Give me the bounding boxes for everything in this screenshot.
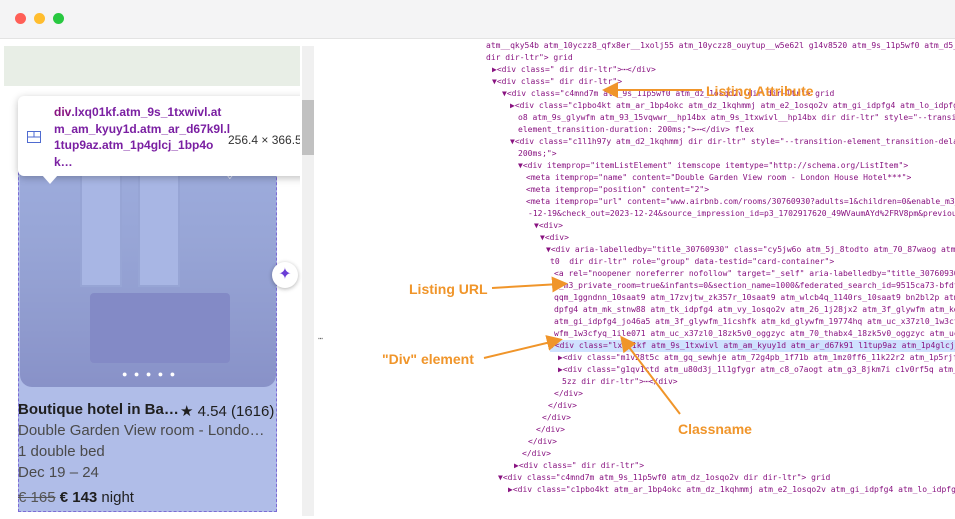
dom-line[interactable]: <meta itemprop="position" content="2"> xyxy=(526,184,709,196)
dom-line[interactable]: <meta itemprop="url" content="www.airbnb… xyxy=(526,196,955,208)
dom-line[interactable]: ▶<div class="m1v28t5c atm_gq_sewhje atm_… xyxy=(558,352,955,364)
page-scroll-thumb[interactable] xyxy=(302,100,314,155)
dom-line[interactable]: dir dir-ltr"> grid xyxy=(486,52,573,64)
dom-line[interactable]: ▼<div class="c4mnd7m atm_9s_11p5wf0 atm_… xyxy=(498,472,830,484)
window-titlebar xyxy=(0,0,955,39)
annotation-classname: Classname xyxy=(678,421,752,437)
tooltip-classname: div.lxq01kf.atm_9s_1txwivl.atm_am_kyuy1d… xyxy=(54,104,232,170)
minimize-window-button[interactable] xyxy=(34,13,45,24)
inspect-tooltip: div.lxq01kf.atm_9s_1txwivl.atm_am_kyuy1d… xyxy=(18,96,300,184)
gutter-marker: ⋯ xyxy=(318,334,323,343)
dom-line[interactable]: ▼<div itemprop="itemListElement" itemsco… xyxy=(518,160,908,172)
annotation-listing-attribute: Listing Attribute xyxy=(706,83,814,99)
listing-page-pane: ♡ ● ● ● ● ● Boutique hotel in Ba… ★ 4.54… xyxy=(4,46,300,516)
dom-line[interactable]: ▶<div class="c1pbo4kt atm_ar_1bp4okc atm… xyxy=(510,100,955,112)
tooltip-tag: div xyxy=(54,105,72,119)
listing-price: € 165 € 143 night xyxy=(18,489,134,506)
dom-line[interactable]: t0 dir dir-ltr" role="group" data-testid… xyxy=(550,256,834,268)
dom-line[interactable]: 200ms;"> xyxy=(518,148,557,160)
dom-line[interactable]: ▼<div> xyxy=(534,220,563,232)
dom-line[interactable]: </div> xyxy=(522,448,551,460)
dom-line[interactable]: o8 atm_9s_glywfm atm_93_15vqwwr__hp14bx … xyxy=(518,112,955,124)
tooltip-arrow xyxy=(42,175,58,184)
dom-line[interactable]: qqm_1ggndnn_10saat9 atm_17zvjtw_zk357r_1… xyxy=(554,292,955,304)
dom-line[interactable]: wfm_1w3cfyq_1ile071 atm_uc_x37zl0_18zk5v… xyxy=(554,328,955,340)
listing-rating: ★ 4.54 (1616) xyxy=(180,403,275,420)
maximize-window-button[interactable] xyxy=(53,13,64,24)
sparkle-icon[interactable]: ✦ xyxy=(272,262,298,288)
dom-line[interactable]: </div> xyxy=(536,424,565,436)
dom-line[interactable]: <a rel="noopener noreferrer nofollow" ta… xyxy=(554,268,955,280)
annotation-div-element: "Div" element xyxy=(382,351,474,367)
dom-line[interactable]: e_m3_private_room=true&infants=0&section… xyxy=(554,280,955,292)
dom-line[interactable]: ▼<div class="c1l1h97y atm_d2_1kqhmmj dir… xyxy=(510,136,955,148)
listing-beds: 1 double bed xyxy=(18,443,105,460)
listing-dates: Dec 19 – 24 xyxy=(18,464,99,481)
tooltip-size: 256.4 × 366.58 xyxy=(228,133,300,147)
close-window-button[interactable] xyxy=(15,13,26,24)
devtools-elements-panel: ⋯ atm__qky54b atm_10yczz8_qfx8er__1xolj5… xyxy=(318,40,955,519)
tooltip-class-text: .lxq01kf.atm_9s_1txwivl.atm_am_kyuy1d.at… xyxy=(54,105,231,169)
dom-line[interactable]: atm_gi_idpfg4_jo46a5 atm_3f_glywfm_1icsh… xyxy=(554,316,955,328)
annotation-listing-url: Listing URL xyxy=(409,281,488,297)
dom-line[interactable]: ▼<div aria-labelledby="title_30760930" c… xyxy=(546,244,955,256)
map-strip xyxy=(4,46,300,86)
dom-line[interactable]: ▶<div class="c1pbo4kt atm_ar_1bp4okc atm… xyxy=(508,484,955,496)
dom-line[interactable]: ▶<div class=" dir dir-ltr"> xyxy=(514,460,644,472)
listing-room-name: Double Garden View room - Londo… xyxy=(18,422,265,439)
dom-line[interactable]: </div> xyxy=(542,412,571,424)
dom-line[interactable]: element_transition-duration: 200ms;">⋯</… xyxy=(518,124,754,136)
price-suffix: night xyxy=(97,489,134,506)
new-price: € 143 xyxy=(59,489,98,506)
dom-line[interactable]: 5zz dir dir-ltr">⋯</div> xyxy=(562,376,678,388)
photo-pager-dots[interactable]: ● ● ● ● ● xyxy=(122,369,177,379)
dom-line[interactable]: </div> xyxy=(554,388,583,400)
dom-line[interactable]: <meta itemprop="name" content="Double Ga… xyxy=(526,172,911,184)
dom-line[interactable]: atm__qky54b atm_10yczz8_qfx8er__1xolj55 … xyxy=(486,40,955,52)
dom-line[interactable]: dpfg4 atm_mk_stnw88 atm_tk_idpfg4 atm_vy… xyxy=(554,304,955,316)
old-price: € 165 xyxy=(18,489,56,506)
dom-line[interactable]: ▶<div class=" dir dir-ltr">⋯</div> xyxy=(492,64,656,76)
dom-line[interactable]: </div> xyxy=(548,400,577,412)
dom-line[interactable]: ▼<div class=" dir dir-ltr"> xyxy=(492,76,622,88)
flex-layout-icon xyxy=(27,131,41,143)
dom-line[interactable]: ▶<div class="g1qv1ctd atm_u80d3j_1l1gfyg… xyxy=(558,364,955,376)
dom-line[interactable]: ▼<div> xyxy=(540,232,569,244)
dom-line[interactable]: ▼<div class="lxq01kf atm_9s_1txwivl atm_… xyxy=(550,340,955,353)
dom-line[interactable]: -12-19&check_out=2023-12-24&source_impre… xyxy=(528,208,955,220)
dom-line[interactable]: </div> xyxy=(528,436,557,448)
listing-title[interactable]: Boutique hotel in Ba… xyxy=(18,401,179,418)
